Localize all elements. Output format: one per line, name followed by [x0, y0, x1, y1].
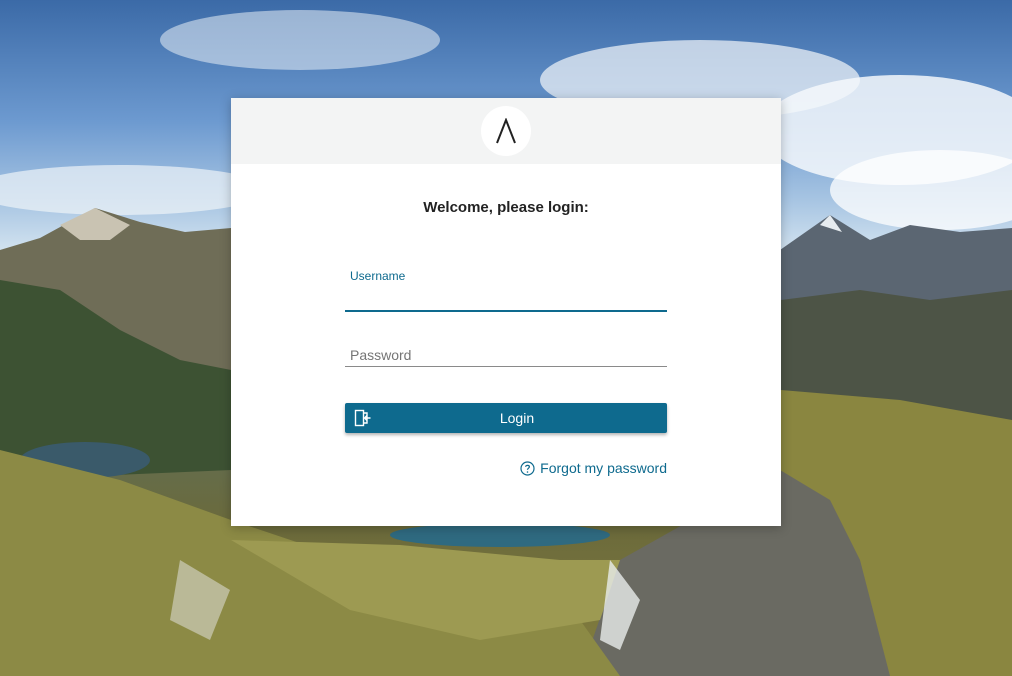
forgot-password-link[interactable]: Forgot my password: [520, 460, 667, 476]
username-label: Username: [350, 269, 406, 283]
logo: [481, 106, 531, 156]
login-card: Welcome, please login: Username Login Fo…: [231, 98, 781, 526]
card-header: [231, 98, 781, 164]
question-circle-icon: [520, 460, 535, 476]
password-input[interactable]: [345, 347, 667, 366]
welcome-heading: Welcome, please login:: [423, 199, 589, 216]
username-field[interactable]: Username: [345, 266, 667, 312]
login-button-label: Login: [499, 410, 535, 426]
password-field[interactable]: [345, 342, 667, 367]
forgot-password-label: Forgot my password: [540, 460, 667, 476]
lambda-logo-icon: [496, 118, 516, 144]
username-input[interactable]: [345, 291, 667, 310]
login-button[interactable]: Login: [345, 403, 667, 433]
